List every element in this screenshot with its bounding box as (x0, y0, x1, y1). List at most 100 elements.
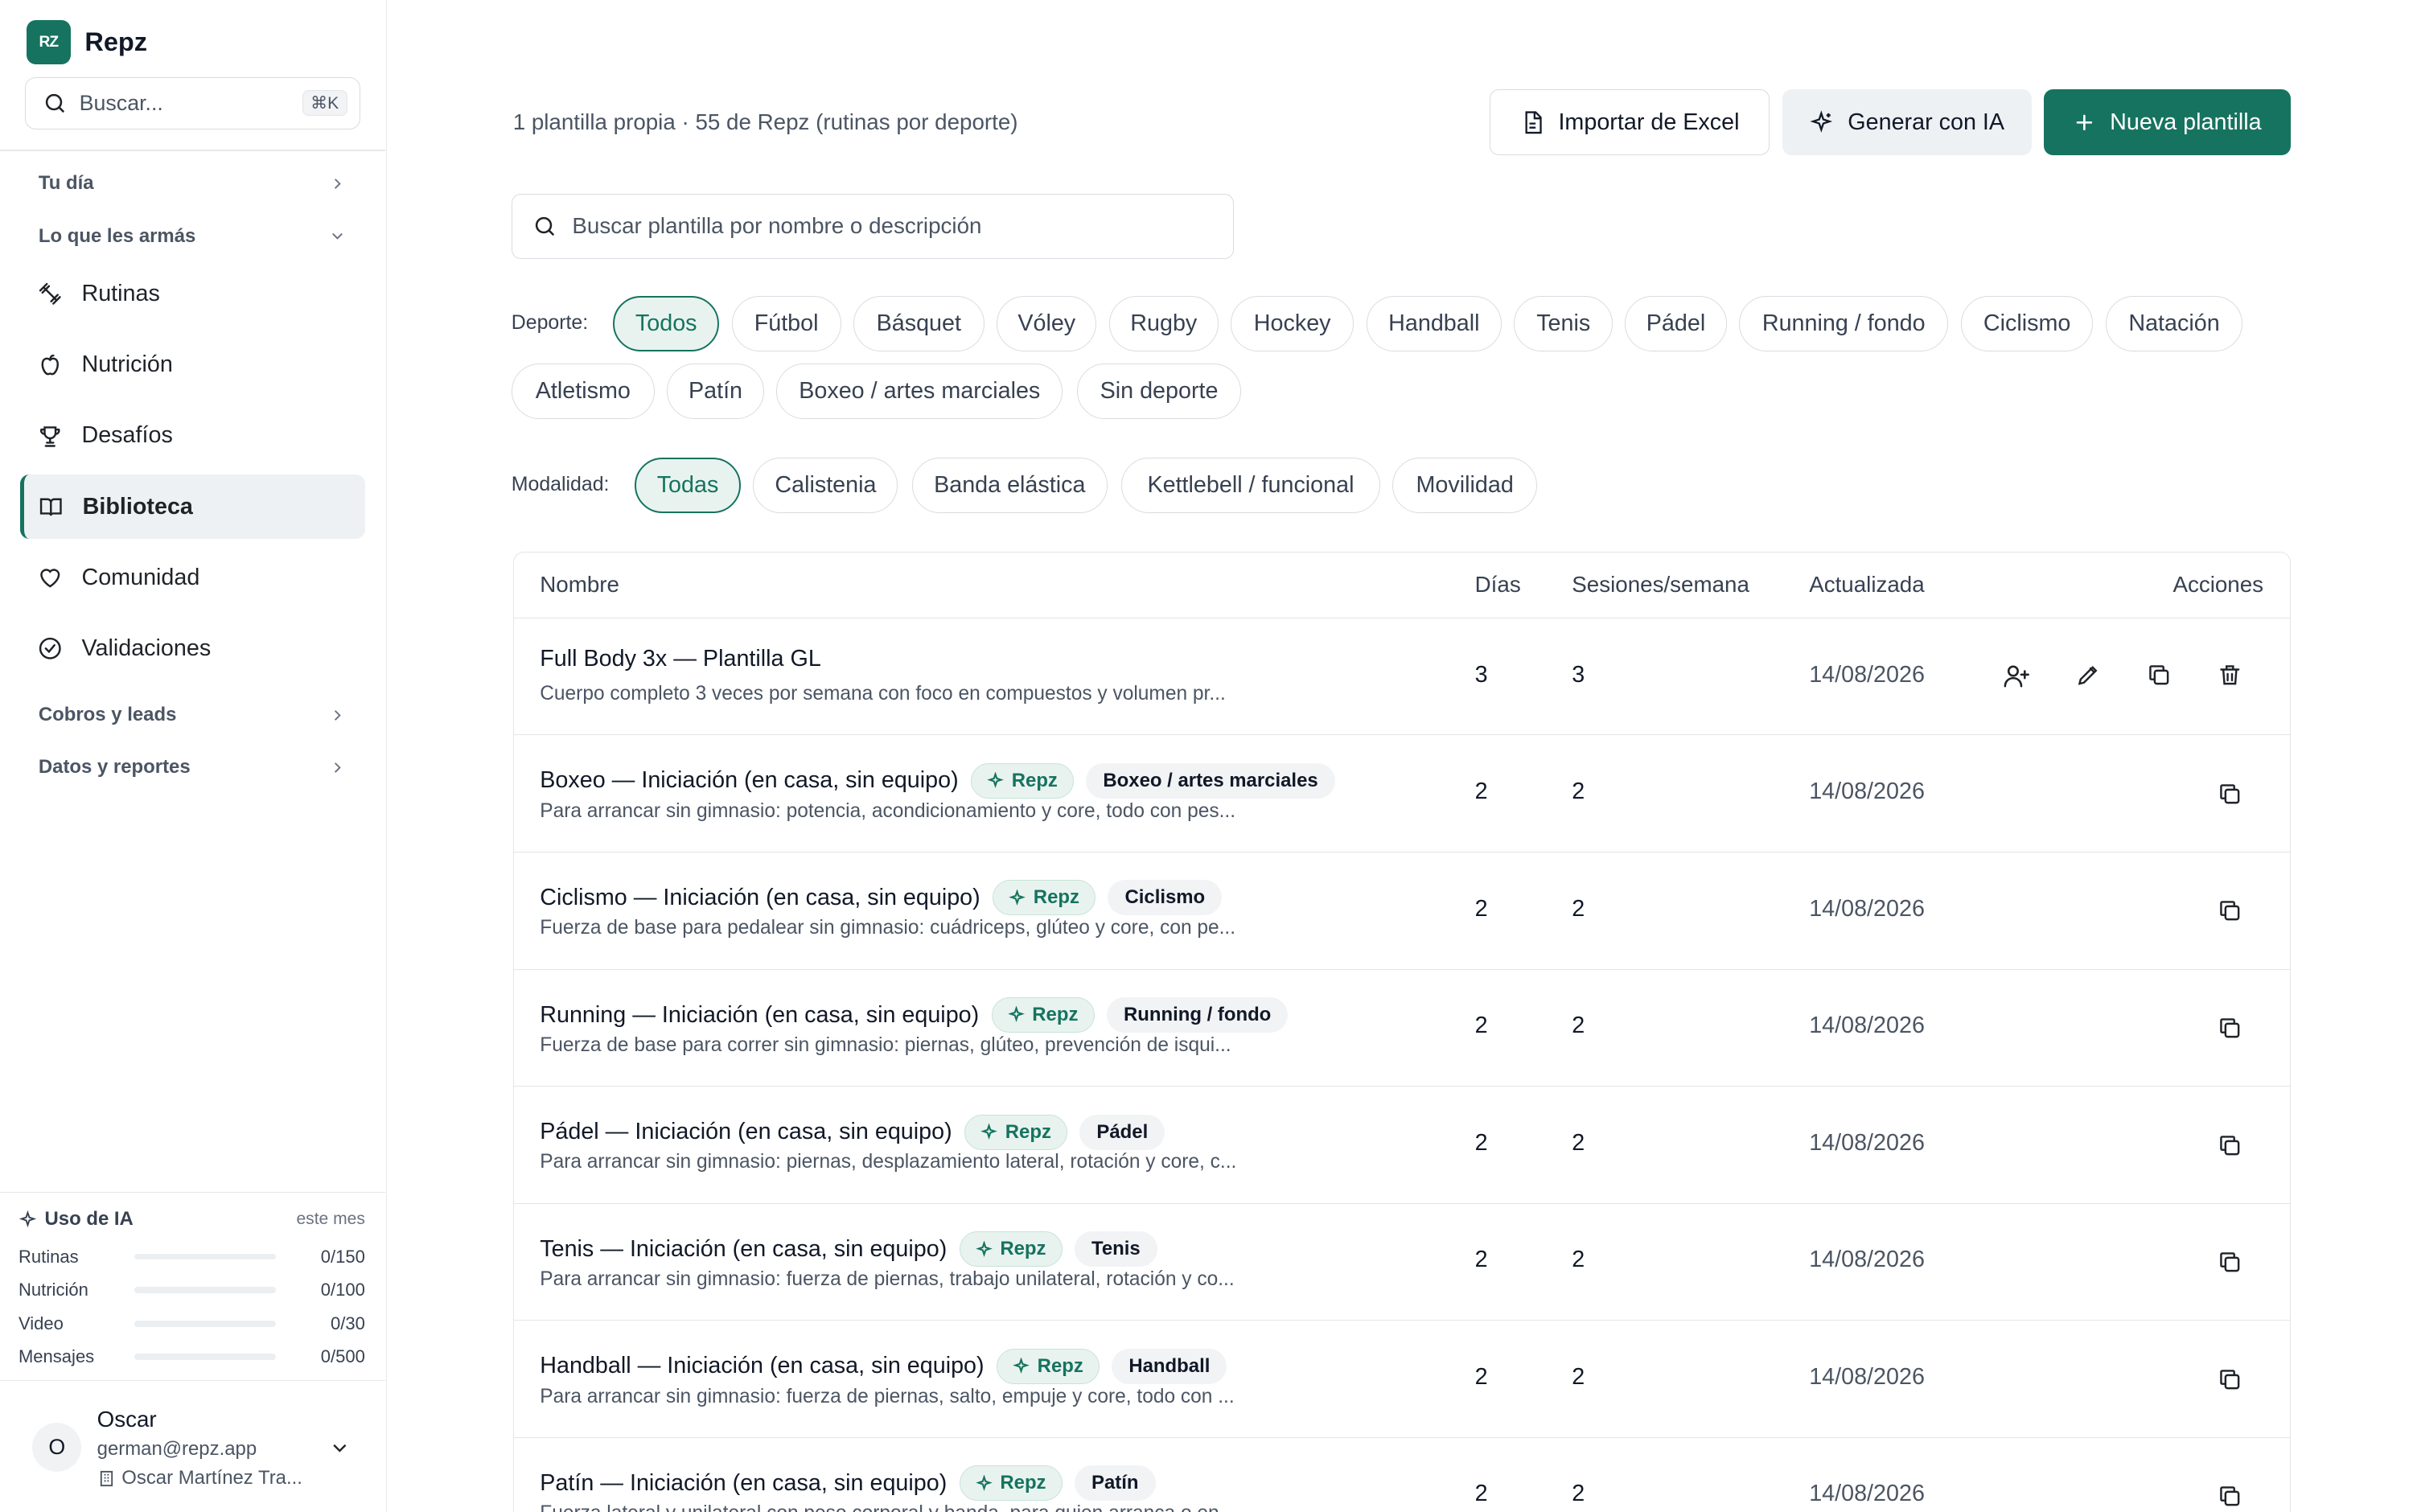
chip-modality[interactable]: Banda elástica (911, 457, 1108, 513)
template-updated: 14/08/2026 (1809, 1129, 1925, 1156)
chip-sport[interactable]: Pádel (1625, 295, 1727, 351)
table-row[interactable]: Ciclismo — Iniciación (en casa, sin equi… (513, 853, 2290, 970)
section-lo-que[interactable]: Lo que les armás (39, 225, 347, 248)
ai-usage-period: este mes (296, 1210, 365, 1229)
book-icon (39, 498, 62, 516)
new-template-button[interactable]: Nueva plantilla (2044, 89, 2291, 156)
copy-icon[interactable] (2213, 1128, 2247, 1162)
chip-modality[interactable]: Todas (634, 457, 742, 513)
user-org-label: Oscar Martínez Tra... (121, 1467, 302, 1489)
sidebar-search[interactable]: Buscar... ⌘K (24, 76, 361, 129)
copy-icon[interactable] (2213, 1479, 2247, 1512)
chip-sport[interactable]: Handball (1366, 295, 1502, 351)
section-cobros[interactable]: Cobros y leads (39, 704, 347, 726)
table-row[interactable]: Pádel — Iniciación (en casa, sin equipo)… (513, 1087, 2290, 1204)
table-row[interactable]: Running — Iniciación (en casa, sin equip… (513, 970, 2290, 1087)
copy-icon[interactable] (2213, 1011, 2247, 1045)
chip-modality[interactable]: Kettlebell / funcional (1121, 457, 1380, 513)
section-tu-dia[interactable]: Tu día (39, 172, 347, 195)
edit-icon[interactable] (2071, 659, 2105, 692)
chip-sport[interactable]: Rugby (1108, 295, 1219, 351)
table-row[interactable]: Full Body 3x — Plantilla GL Cuerpo compl… (513, 618, 2290, 736)
chip-sport[interactable]: Tenis (1514, 295, 1613, 351)
sidebar-item-nutricion[interactable]: Nutrición (20, 333, 365, 397)
template-updated: 14/08/2026 (1809, 779, 1925, 805)
apple-icon (41, 354, 59, 375)
template-days: 2 (1474, 1481, 1488, 1507)
copy-icon[interactable] (2213, 1245, 2247, 1279)
search-icon (535, 216, 554, 236)
chevron-down-icon[interactable] (328, 1436, 351, 1460)
copy-icon[interactable] (2213, 894, 2247, 928)
generate-ai-button[interactable]: Generar con IA (1782, 89, 2032, 156)
template-days: 2 (1474, 1363, 1488, 1390)
template-updated: 14/08/2026 (1809, 1013, 1925, 1039)
template-sessions: 2 (1572, 1481, 1585, 1507)
chip-sport[interactable]: Patín (667, 363, 764, 419)
chip-sport[interactable]: Sin deporte (1076, 363, 1242, 419)
sport-badge: Handball (1112, 1348, 1227, 1384)
templates-table: Nombre Días Sesiones/semana Actualizada … (512, 551, 2291, 1512)
table-row[interactable]: Handball — Iniciación (en casa, sin equi… (513, 1321, 2290, 1438)
template-name: Tenis — Iniciación (en casa, sin equipo) (540, 1235, 948, 1262)
import-excel-button[interactable]: Importar de Excel (1489, 89, 1770, 156)
chip-sport[interactable]: Atletismo (511, 363, 655, 419)
template-updated: 14/08/2026 (1809, 661, 1925, 688)
sport-badge: Tenis (1074, 1231, 1157, 1268)
chip-sport[interactable]: Vóley (997, 295, 1097, 351)
sport-badge: Running / fondo (1106, 996, 1289, 1033)
avatar: O (32, 1422, 82, 1472)
template-days: 2 (1474, 1129, 1488, 1156)
copy-icon[interactable] (2213, 777, 2247, 811)
template-days: 2 (1474, 895, 1488, 922)
chip-sport[interactable]: Ciclismo (1960, 295, 2094, 351)
template-updated: 14/08/2026 (1809, 1481, 1925, 1507)
assign-user-icon[interactable] (2000, 659, 2034, 692)
template-days: 2 (1474, 779, 1488, 805)
user-menu[interactable]: O Oscar german@repz.app Oscar Martínez T… (0, 1379, 385, 1512)
template-name: Ciclismo — Iniciación (en casa, sin equi… (540, 884, 980, 910)
col-updated[interactable]: Actualizada (1809, 572, 1924, 598)
repz-badge-label: Repz (1011, 769, 1058, 791)
table-row[interactable]: Boxeo — Iniciación (en casa, sin equipo)… (513, 735, 2290, 853)
heart-icon (40, 569, 60, 588)
repz-badge: Repz (996, 1348, 1100, 1384)
col-days[interactable]: Días (1475, 572, 1521, 598)
usage-count: 0/150 (320, 1246, 365, 1267)
copy-icon[interactable] (2213, 1362, 2247, 1396)
table-row[interactable]: Tenis — Iniciación (en casa, sin equipo)… (513, 1204, 2290, 1321)
chip-sport[interactable]: Hockey (1231, 295, 1354, 351)
sparkle-icon (980, 1124, 998, 1140)
sidebar-item-desafios[interactable]: Desafíos (20, 404, 365, 468)
sidebar-item-label: Rutinas (81, 281, 160, 307)
usage-row: Nutrición 0/100 (18, 1273, 365, 1307)
template-sessions: 2 (1572, 895, 1585, 922)
chip-sport[interactable]: Natación (2105, 295, 2243, 351)
repz-badge: Repz (964, 1114, 1068, 1150)
usage-bar (134, 1253, 276, 1260)
copy-icon[interactable] (2142, 659, 2176, 692)
sidebar-item-comunidad[interactable]: Comunidad (20, 545, 365, 610)
chip-modality[interactable]: Calistenia (753, 457, 898, 513)
sidebar-item-validaciones[interactable]: Validaciones (20, 616, 365, 680)
chip-sport[interactable]: Running / fondo (1739, 295, 1949, 351)
chip-sport[interactable]: Todos (613, 295, 720, 351)
library-summary: 1 plantilla propia · 55 de Repz (rutinas… (512, 109, 1018, 134)
sidebar-item-biblioteca[interactable]: Biblioteca (19, 474, 365, 540)
col-name[interactable]: Nombre (540, 572, 619, 598)
template-name: Pádel — Iniciación (en casa, sin equipo) (540, 1119, 952, 1145)
trash-icon[interactable] (2213, 659, 2247, 692)
chip-sport[interactable]: Básquet (853, 295, 985, 351)
template-description: Fuerza lateral y unilateral con peso cor… (540, 1502, 1235, 1512)
template-search-input[interactable]: Buscar plantilla por nombre o descripció… (511, 194, 1234, 259)
chip-sport[interactable]: Boxeo / artes marciales (776, 363, 1063, 419)
col-sessions[interactable]: Sesiones/semana (1572, 572, 1749, 598)
brand[interactable]: RZ Repz (26, 19, 147, 65)
sidebar-item-rutinas[interactable]: Rutinas (20, 262, 365, 327)
sparkle-icon (1810, 110, 1833, 133)
chevron-right-icon (334, 179, 341, 189)
chip-sport[interactable]: Fútbol (731, 295, 841, 351)
section-datos[interactable]: Datos y reportes (39, 756, 347, 779)
chip-modality[interactable]: Movilidad (1392, 457, 1538, 513)
table-row[interactable]: Patín — Iniciación (en casa, sin equipo)… (514, 1438, 2290, 1512)
